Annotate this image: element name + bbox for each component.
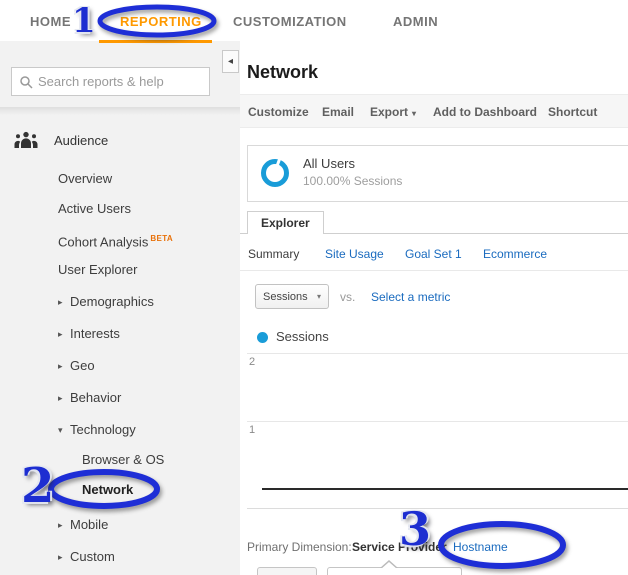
tab-explorer[interactable]: Explorer (247, 211, 324, 234)
subtab-goal-set-1[interactable]: Goal Set 1 (405, 246, 462, 262)
sidebar-section-label: Audience (54, 133, 109, 148)
sidebar-item-label: Active Users (58, 201, 131, 216)
metric-dropdown[interactable]: Sessions ▾ (255, 284, 329, 309)
primary-dimension-service-provider[interactable]: Service Provider (352, 540, 447, 554)
subtab-site-usage[interactable]: Site Usage (325, 246, 384, 262)
sidebar-item-mobile[interactable]: ▸ Mobile (58, 516, 108, 534)
table-pointer-notch-fill (381, 562, 397, 569)
plot-rows-button-partial[interactable] (257, 567, 317, 575)
gridline-1 (247, 421, 628, 422)
sidebar-item-label: Demographics (70, 294, 154, 309)
tree-expanded-icon: ▾ (58, 425, 63, 435)
report-toolbar: Customize Email Export ▾ Add to Dashboard… (240, 94, 628, 128)
sidebar-header-shadow (0, 107, 240, 115)
sidebar-section-audience[interactable]: Audience (0, 131, 240, 151)
y-tick-2: 2 (249, 356, 256, 368)
sidebar-item-cohort-analysis[interactable]: Cohort Analysis BETA (58, 230, 174, 250)
audience-people-icon (14, 131, 38, 148)
primary-dimension-hostname-link[interactable]: Hostname (453, 540, 508, 554)
page-title: Network (247, 62, 319, 82)
collapse-sidebar-button[interactable]: ◂ (222, 50, 239, 73)
select-a-metric-link[interactable]: Select a metric (371, 290, 450, 304)
sidebar-item-label: Network (82, 482, 134, 497)
ga-window: HOME REPORTING CUSTOMIZATION ADMIN ◂ (0, 0, 628, 575)
nav-customization[interactable]: CUSTOMIZATION (233, 14, 347, 29)
sidebar-item-label: Cohort Analysis (58, 234, 149, 250)
sidebar-item-custom[interactable]: ▸ Custom (58, 548, 115, 566)
search-box (11, 67, 210, 96)
vs-label: vs. (340, 290, 356, 304)
nav-home[interactable]: HOME (30, 14, 71, 29)
nav-reporting[interactable]: REPORTING (120, 14, 202, 29)
y-tick-1: 1 (249, 424, 256, 436)
top-nav: HOME REPORTING CUSTOMIZATION ADMIN (0, 0, 628, 41)
sidebar-item-label: Interests (70, 326, 120, 341)
subtab-ecommerce[interactable]: Ecommerce (483, 246, 547, 262)
sidebar-item-label: User Explorer (58, 262, 138, 277)
customize-button[interactable]: Customize (248, 95, 309, 129)
primary-dimension-label: Primary Dimension: (247, 540, 352, 554)
tree-collapsed-icon: ▸ (58, 361, 63, 371)
sidebar-item-behavior[interactable]: ▸ Behavior (58, 389, 121, 407)
segment-detail: 100.00% Sessions (303, 174, 403, 188)
sidebar-item-browser-os[interactable]: Browser & OS (82, 451, 164, 469)
metric-dropdown-value: Sessions (263, 290, 308, 303)
tree-collapsed-icon: ▸ (58, 520, 63, 530)
active-tab-underline (99, 40, 212, 43)
subtab-divider (240, 270, 628, 271)
sidebar-item-overview[interactable]: Overview (58, 170, 112, 188)
sidebar-item-label: Mobile (70, 517, 109, 532)
sidebar-item-label: Overview (58, 171, 113, 186)
sidebar-item-interests[interactable]: ▸ Interests (58, 325, 120, 343)
sidebar-item-active-users[interactable]: Active Users (58, 200, 131, 218)
search-icon (20, 76, 33, 89)
sidebar-item-label: Geo (70, 358, 95, 373)
export-label: Export (370, 105, 409, 119)
chart-bottom-separator (247, 508, 628, 509)
segment-donut-icon (261, 157, 289, 187)
tree-collapsed-icon: ▸ (58, 329, 63, 339)
subtab-summary[interactable]: Summary (248, 246, 299, 262)
sidebar-item-user-explorer[interactable]: User Explorer (58, 261, 137, 279)
chart-x-axis-baseline (262, 488, 628, 490)
sidebar: ◂ Audience Overview Active Users Cohort … (0, 41, 240, 575)
sidebar-item-geo[interactable]: ▸ Geo (58, 357, 95, 375)
gridline-2 (247, 353, 628, 354)
add-to-dashboard-button[interactable]: Add to Dashboard (433, 95, 537, 129)
tree-collapsed-icon: ▸ (58, 393, 63, 403)
legend-label: Sessions (276, 329, 329, 344)
main-content: Network Customize Email Export ▾ Add to D… (240, 41, 628, 575)
caret-down-icon: ▾ (316, 292, 321, 301)
search-input[interactable] (38, 69, 206, 94)
legend-dot-icon (257, 332, 268, 343)
email-button[interactable]: Email (322, 95, 354, 129)
sidebar-item-network[interactable]: Network (82, 481, 133, 499)
sidebar-item-label: Technology (70, 422, 136, 437)
segment-all-users[interactable]: All Users 100.00% Sessions (247, 145, 628, 202)
shortcut-button[interactable]: Shortcut (548, 95, 597, 129)
nav-admin[interactable]: ADMIN (393, 14, 438, 29)
tree-collapsed-icon: ▸ (58, 552, 63, 562)
sidebar-item-label: Browser & OS (82, 452, 165, 467)
export-button[interactable]: Export ▾ (370, 95, 416, 129)
sidebar-item-label: Custom (70, 549, 115, 564)
sidebar-item-demographics[interactable]: ▸ Demographics (58, 293, 154, 311)
caret-down-icon: ▾ (412, 109, 417, 118)
sidebar-item-technology[interactable]: ▾ Technology (58, 421, 136, 439)
segment-name: All Users (303, 156, 356, 171)
sidebar-item-label: Behavior (70, 390, 122, 405)
tree-collapsed-icon: ▸ (58, 297, 63, 307)
beta-badge: BETA (150, 234, 174, 243)
